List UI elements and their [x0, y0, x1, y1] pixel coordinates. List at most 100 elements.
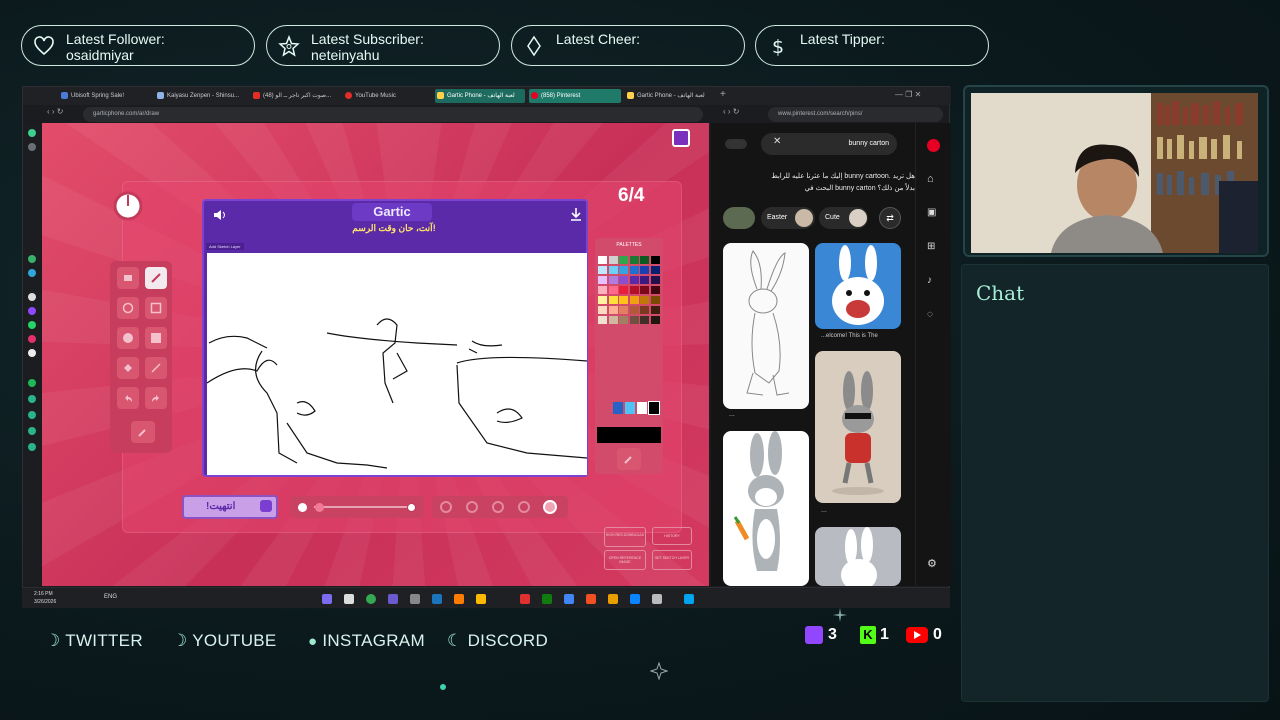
- color-swatch[interactable]: [598, 296, 607, 304]
- pin-card[interactable]: [815, 527, 901, 586]
- color-swatch[interactable]: [629, 256, 639, 264]
- tab-gartic-2[interactable]: Gartic Phone - لعبة الهاتف: [625, 89, 717, 103]
- color-swatch[interactable]: [598, 316, 607, 324]
- color-swatch[interactable]: [608, 266, 618, 274]
- browser-icon[interactable]: [564, 594, 574, 604]
- history-button[interactable]: HISTORY: [652, 527, 692, 545]
- pin-card[interactable]: [815, 351, 901, 503]
- fill-bucket-tool[interactable]: [117, 357, 139, 379]
- color-swatch[interactable]: [619, 306, 628, 314]
- drawing-canvas[interactable]: [206, 253, 588, 475]
- color-swatch[interactable]: [619, 276, 628, 284]
- open-reference-button[interactable]: OPEN REFERENCE IMAGE: [604, 550, 646, 570]
- app-icon[interactable]: [28, 269, 36, 277]
- office-icon[interactable]: [586, 594, 596, 604]
- new-tab-icon[interactable]: +: [720, 89, 726, 100]
- color-swatch[interactable]: [619, 256, 628, 264]
- brush-size-slider[interactable]: [290, 496, 424, 518]
- tab-gartic-active[interactable]: Gartic Phone - لعبة الهاتف: [435, 89, 525, 103]
- color-swatch[interactable]: [608, 306, 618, 314]
- avatar-icon[interactable]: [672, 129, 690, 147]
- color-swatch[interactable]: [619, 266, 628, 274]
- pin-card[interactable]: [723, 243, 809, 409]
- settings-icon[interactable]: [28, 443, 36, 451]
- create-icon[interactable]: ⊞: [927, 241, 935, 252]
- xbox-icon[interactable]: [542, 594, 552, 604]
- app-icon[interactable]: [652, 594, 662, 604]
- chatgpt-icon[interactable]: [28, 293, 36, 301]
- x-icon[interactable]: [28, 349, 36, 357]
- file-explorer-icon[interactable]: [476, 594, 486, 604]
- window-controls-icon[interactable]: — ❐ ✕: [895, 90, 921, 99]
- notice-line[interactable]: البحث في bunny carton بدلاً من ذلك؟: [725, 183, 915, 195]
- windows-start-icon[interactable]: [684, 594, 694, 604]
- download-icon[interactable]: [568, 206, 584, 222]
- app-icon[interactable]: [28, 427, 36, 435]
- color-swatch[interactable]: [629, 306, 639, 314]
- color-swatch[interactable]: [619, 286, 628, 294]
- tab-youtube-music[interactable]: YouTube Music: [343, 89, 427, 103]
- color-swatch[interactable]: [640, 266, 649, 274]
- circle-fill-tool[interactable]: [117, 327, 139, 349]
- messages-icon[interactable]: ◌: [927, 309, 933, 320]
- color-swatch[interactable]: [619, 296, 628, 304]
- filter-icon[interactable]: ⇄: [879, 207, 901, 229]
- copilot-icon[interactable]: [322, 594, 332, 604]
- twitch-icon[interactable]: [28, 307, 36, 315]
- store-icon[interactable]: [630, 594, 640, 604]
- circle-outline-tool[interactable]: [117, 297, 139, 319]
- pinterest-logo-icon[interactable]: [927, 139, 940, 152]
- back-icon[interactable]: [725, 139, 747, 149]
- home-icon[interactable]: [28, 129, 36, 137]
- search-input[interactable]: bunny carton: [761, 133, 897, 155]
- rect-fill-tool[interactable]: [145, 327, 167, 349]
- pinterest-url-bar[interactable]: www.pinterest.com/search/pins/: [768, 107, 943, 122]
- color-swatch[interactable]: [650, 316, 660, 324]
- chip-cute[interactable]: Cute: [819, 207, 868, 229]
- app-icon[interactable]: [28, 411, 36, 419]
- color-swatch[interactable]: [598, 286, 607, 294]
- color-swatch[interactable]: [629, 266, 639, 274]
- nav-arrows-icon[interactable]: ‹ › ↻: [47, 107, 63, 116]
- color-swatch[interactable]: [640, 306, 649, 314]
- color-swatch[interactable]: [598, 306, 607, 314]
- palette-eyedropper[interactable]: [617, 448, 641, 470]
- tab-pinterest[interactable]: (858) Pinterest: [529, 89, 621, 103]
- color-swatch[interactable]: [640, 276, 649, 284]
- clear-search-icon[interactable]: ✕: [773, 136, 781, 147]
- undo-tool[interactable]: [117, 387, 139, 409]
- eraser-tool[interactable]: [117, 267, 139, 289]
- tab-youtube-video[interactable]: (48) صوت اكبر تاجر ــ الو...: [251, 89, 341, 103]
- chip-image[interactable]: [723, 207, 755, 229]
- capcut-icon[interactable]: [344, 594, 354, 604]
- color-swatch[interactable]: [598, 256, 607, 264]
- whatsapp-icon[interactable]: [28, 321, 36, 329]
- game-icon[interactable]: [28, 143, 36, 151]
- set-sketch-layer-button[interactable]: SET SKETCH LAYER: [652, 550, 692, 570]
- recent-color-swatch[interactable]: [637, 402, 647, 414]
- spotify-icon[interactable]: [28, 379, 36, 387]
- chip-easter[interactable]: Easter: [761, 207, 816, 229]
- chrome-icon[interactable]: [366, 594, 376, 604]
- settings-icon[interactable]: ⚙: [927, 557, 937, 570]
- tab-ubisoft[interactable]: Ubisoft Spring Sale!: [59, 89, 149, 103]
- high-res-download-button[interactable]: HIGH RES DOWNLOAD: [604, 527, 646, 547]
- recent-color-swatch[interactable]: [625, 402, 635, 414]
- nav-arrows-icon[interactable]: ‹ › ↻: [723, 107, 739, 116]
- color-swatch[interactable]: [650, 256, 660, 264]
- color-swatch[interactable]: [629, 316, 639, 324]
- color-swatch[interactable]: [650, 286, 660, 294]
- color-swatch[interactable]: [629, 296, 639, 304]
- notifications-icon[interactable]: ♪: [927, 275, 932, 286]
- color-swatch[interactable]: [608, 276, 618, 284]
- color-swatch[interactable]: [640, 286, 649, 294]
- color-swatch[interactable]: [608, 256, 618, 264]
- line-tool[interactable]: [145, 357, 167, 379]
- eyedropper-tool[interactable]: [131, 421, 155, 443]
- color-swatch[interactable]: [650, 276, 660, 284]
- opacity-selector[interactable]: [432, 496, 568, 518]
- steam-icon[interactable]: [432, 594, 442, 604]
- color-swatch[interactable]: [650, 306, 660, 314]
- color-swatch[interactable]: [650, 266, 660, 274]
- recorder-icon[interactable]: [520, 594, 530, 604]
